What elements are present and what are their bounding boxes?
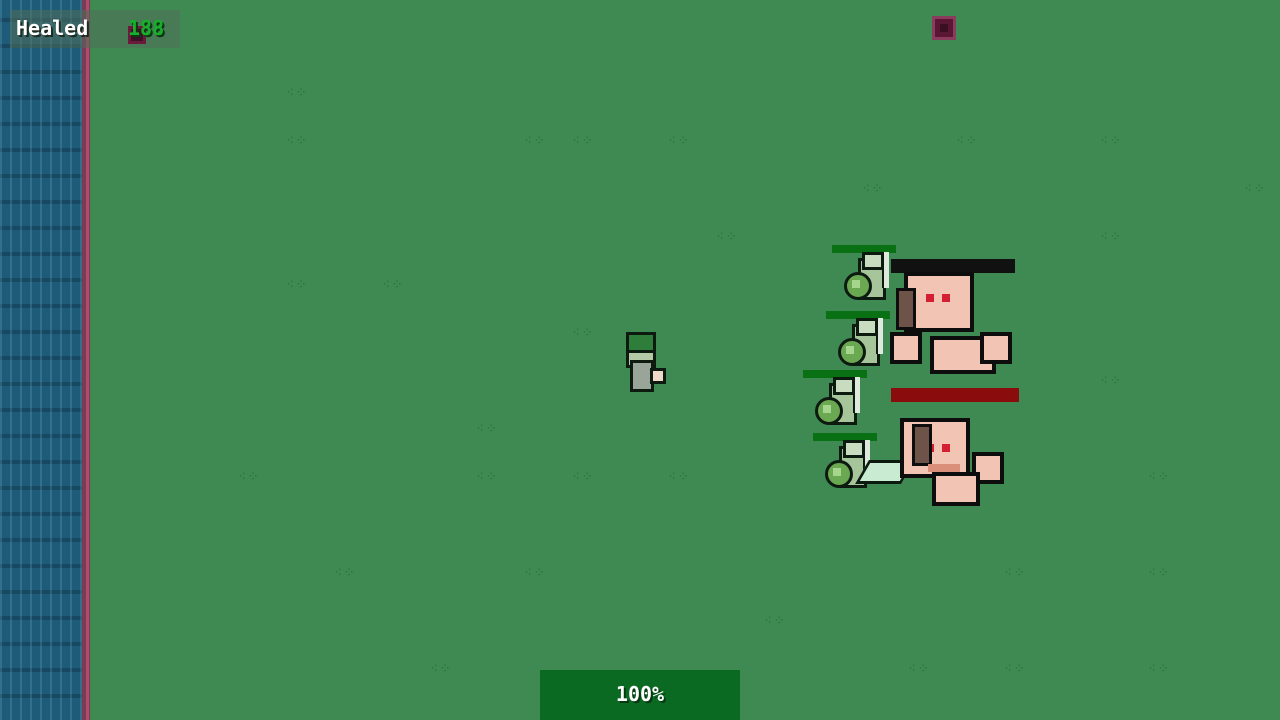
healer-wizard[interactable] <box>620 332 666 392</box>
grass-tuft: ⁖⁘ <box>908 661 930 677</box>
grass-tuft: ⁖⁘ <box>1004 661 1026 677</box>
progress-label: 100% <box>615 682 665 706</box>
grass-tuft: ⁖⁘ <box>572 325 594 341</box>
grass-tuft: ⁖⁘ <box>334 565 356 581</box>
ogre-fist <box>890 332 922 364</box>
ogre-enemy[interactable] <box>886 272 1016 374</box>
shield-icon <box>815 397 843 425</box>
grass-tuft: ⁖⁘ <box>668 469 690 485</box>
grass-tuft: ⁖⁘ <box>476 469 498 485</box>
river-shore-edge <box>86 0 89 720</box>
sword-icon <box>876 318 883 354</box>
soldier-helmet <box>862 252 884 270</box>
grass-tuft: ⁖⁘ <box>286 85 308 101</box>
grass-tuft: ⁖⁘ <box>476 421 498 437</box>
soldier-helmet <box>833 377 855 395</box>
ogre-belt <box>928 464 960 472</box>
grass-tuft: ⁖⁘ <box>524 133 546 149</box>
grass-tuft: ⁖⁘ <box>1100 133 1122 149</box>
grass-tuft: ⁖⁘ <box>430 661 452 677</box>
grass-tuft: ⁖⁘ <box>716 229 738 245</box>
grass-tuft: ⁖⁘ <box>1148 565 1170 581</box>
shield-icon <box>844 272 872 300</box>
healed-counter: Healed 188 <box>10 10 180 48</box>
soldier-helmet <box>856 318 878 336</box>
shield-icon <box>838 338 866 366</box>
healed-label: Healed <box>16 16 89 40</box>
grass-tuft: ⁖⁘ <box>286 133 308 149</box>
river-water <box>0 0 82 720</box>
grass-tuft: ⁖⁘ <box>764 613 786 629</box>
enemy-healthbar-fill <box>891 388 1019 402</box>
grass-tuft: ⁖⁘ <box>1148 661 1170 677</box>
grass-tuft: ⁖⁘ <box>1148 469 1170 485</box>
sword-icon <box>853 377 860 413</box>
soldier-unit[interactable] <box>813 377 869 433</box>
ogre-fist <box>980 332 1012 364</box>
healed-value: 188 <box>128 16 165 40</box>
grass-tuft: ⁖⁘ <box>1100 373 1122 389</box>
soldier-helmet <box>843 440 865 458</box>
grass-tuft: ⁖⁘ <box>572 133 594 149</box>
grass-tuft: ⁖⁘ <box>238 469 260 485</box>
enemy-healthbar <box>891 259 1015 273</box>
soldier-unit[interactable] <box>836 318 892 374</box>
grass-tuft: ⁖⁘ <box>1100 229 1122 245</box>
ogre-eye <box>926 294 934 302</box>
wizard-hand <box>650 368 666 384</box>
grass-tuft: ⁖⁘ <box>1004 565 1026 581</box>
grass-tuft: ⁖⁘ <box>956 133 978 149</box>
ogre-eye <box>942 294 950 302</box>
grass-tuft: ⁖⁘ <box>862 181 884 197</box>
ogre-eye <box>942 444 950 452</box>
club-icon <box>912 424 932 466</box>
grass-tuft: ⁖⁘ <box>668 133 690 149</box>
grass-tuft: ⁖⁘ <box>1244 181 1266 197</box>
ogre-enemy[interactable] <box>898 418 1028 518</box>
grass-tuft: ⁖⁘ <box>286 277 308 293</box>
wave-progress-bar: 100% <box>540 670 740 720</box>
ogre-legs <box>932 472 980 506</box>
square-marker-icon <box>932 16 956 40</box>
grass-tuft: ⁖⁘ <box>524 565 546 581</box>
club-icon <box>896 288 916 330</box>
grass-tuft: ⁖⁘ <box>382 277 404 293</box>
shield-icon <box>825 460 853 488</box>
grass-tuft: ⁖⁘ <box>572 469 594 485</box>
